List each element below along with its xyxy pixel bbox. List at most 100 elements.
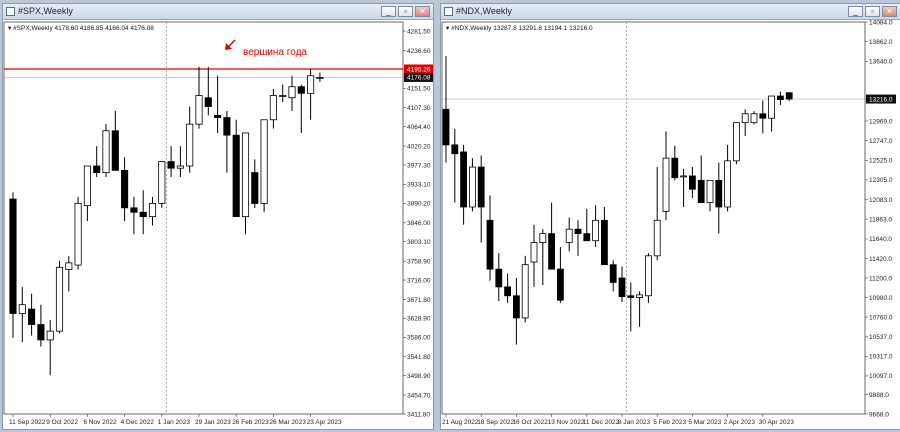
bear-candle-body: [627, 295, 635, 298]
bull-candle-body: [241, 132, 250, 218]
x-tick-label: 26 Feb 2023: [232, 419, 269, 426]
x-tick-label: 5 Feb 2023: [653, 419, 686, 426]
ndx-window-title: #NDX,Weekly: [456, 6, 512, 16]
y-tick-label: 12747.0: [869, 138, 893, 145]
y-tick-label: 3586.00: [407, 335, 431, 342]
bull-candle-body: [521, 264, 529, 319]
y-tick-label: 3977.30: [407, 162, 431, 169]
candle: [74, 196, 82, 270]
bear-candle-body: [460, 151, 468, 208]
bear-candle-body: [715, 179, 723, 208]
bull-candle-body: [74, 203, 82, 266]
bear-candle-body: [609, 264, 617, 283]
spx-candlestick-chart[interactable]: ▾ #SPX,Weekly 4178.60 4186.85 4166.04 41…: [3, 20, 433, 429]
y-tick-label: 12083.0: [869, 197, 893, 204]
bull-candle-body: [530, 242, 538, 263]
x-tick-label: 4 Dec 2022: [121, 419, 155, 426]
x-tick-label: 16 Oct 2022: [512, 419, 548, 426]
x-tick-label: 1 Jan 2023: [158, 419, 191, 426]
y-tick-label: 11420.0: [869, 256, 892, 263]
candle: [732, 122, 740, 165]
bear-candle-body: [451, 144, 459, 155]
current-price-label: 4176.08: [407, 75, 431, 82]
bull-candle-body: [565, 228, 573, 243]
bull-candle-body: [644, 255, 652, 297]
bear-candle-body: [214, 114, 222, 118]
bull-candle-body: [55, 266, 64, 332]
spx-chart-window[interactable]: #SPX,Weekly _ ▫ ✕ ▾ #SPX,Weekly 4178.60 …: [2, 3, 434, 430]
x-tick-label: 11 Sep 2022: [9, 419, 46, 426]
x-tick-label: 5 Mar 2023: [688, 419, 721, 426]
y-tick-label: 10760.0: [869, 314, 893, 321]
bear-candle-body: [442, 108, 450, 146]
bear-candle-body: [251, 172, 259, 204]
bear-candle-body: [697, 179, 705, 203]
bear-candle-body: [121, 169, 129, 209]
restore-icon[interactable]: ▫: [865, 6, 880, 17]
y-tick-label: 11863.0: [869, 216, 892, 223]
candle: [521, 255, 529, 323]
bear-candle-body: [9, 198, 17, 314]
bear-candle-body: [671, 157, 679, 179]
bear-candle-body: [486, 219, 494, 270]
y-tick-label: 10097.0: [869, 373, 893, 380]
y-tick-label: 10537.0: [869, 334, 893, 341]
y-tick-label: 4281.50: [407, 28, 431, 35]
bull-candle-body: [186, 123, 194, 167]
candle: [260, 119, 268, 213]
y-tick-label: 3758.90: [407, 258, 431, 265]
y-tick-label: 4236.60: [407, 48, 431, 55]
candle: [644, 253, 652, 303]
y-tick-label: 4151.50: [407, 86, 431, 93]
restore-icon[interactable]: ▫: [398, 6, 413, 17]
ndx-candlestick-chart[interactable]: ▾ #NDX,Weekly 13287.8 13291.8 13194.1 13…: [441, 20, 900, 429]
close-icon[interactable]: ✕: [415, 6, 430, 17]
y-tick-label: 9888.0: [869, 392, 889, 399]
bear-candle-body: [600, 219, 608, 266]
y-tick-label: 3628.90: [407, 316, 431, 323]
y-tick-label: 14084.0: [869, 20, 893, 26]
bear-candle-body: [618, 277, 626, 298]
bear-candle-body: [513, 295, 520, 319]
x-tick-label: 29 Jan 2023: [195, 419, 231, 426]
bear-candle-body: [232, 134, 240, 218]
ohlc-info-text: ▾ #NDX,Weekly 13287.8 13291.8 13194.1 13…: [446, 25, 593, 32]
x-tick-label: 11 Dec 2022: [583, 419, 620, 426]
y-tick-label: 12969.0: [869, 118, 893, 125]
bear-candle-body: [204, 97, 212, 107]
x-tick-label: 13 Nov 2022: [548, 419, 585, 426]
bull-candle-body: [102, 130, 110, 173]
bull-candle-body: [706, 179, 714, 203]
spx-titlebar[interactable]: #SPX,Weekly _ ▫ ✕: [3, 4, 433, 20]
bull-candle-body: [732, 122, 740, 162]
ndx-titlebar[interactable]: #NDX,Weekly _ ▫ ✕: [441, 4, 900, 20]
bear-candle-body: [548, 233, 555, 270]
y-tick-label: 13640.0: [869, 59, 893, 66]
y-tick-label: 3454.70: [407, 392, 431, 399]
bull-candle-body: [750, 113, 758, 124]
x-tick-label: 8 Jan 2023: [618, 419, 651, 426]
bear-candle-body: [785, 92, 793, 100]
bear-candle-body: [688, 175, 696, 190]
x-tick-label: 18 Sep 2022: [477, 419, 514, 426]
bear-candle-body: [759, 113, 767, 119]
bull-candle-body: [46, 330, 54, 341]
bear-candle-body: [223, 117, 231, 136]
bull-candle-body: [724, 160, 732, 208]
minimize-icon[interactable]: _: [381, 6, 396, 17]
y-tick-label: 3541.80: [407, 354, 431, 361]
x-tick-label: 9 Oct 2022: [46, 419, 78, 426]
y-tick-label: 13862.0: [869, 39, 893, 46]
minimize-icon[interactable]: _: [848, 6, 863, 17]
bull-candle-body: [768, 95, 776, 119]
y-tick-label: 10980.0: [869, 295, 893, 302]
bull-candle-body: [316, 77, 324, 79]
bull-candle-body: [539, 233, 547, 243]
close-icon[interactable]: ✕: [882, 6, 897, 17]
chart-window-icon: [6, 7, 15, 16]
y-tick-label: 3671.80: [407, 297, 431, 304]
candle: [158, 161, 166, 208]
y-tick-label: 11200.0: [869, 275, 892, 282]
bull-candle-body: [741, 113, 749, 124]
ndx-chart-window[interactable]: #NDX,Weekly _ ▫ ✕ ▾ #NDX,Weekly 13287.8 …: [440, 3, 900, 430]
